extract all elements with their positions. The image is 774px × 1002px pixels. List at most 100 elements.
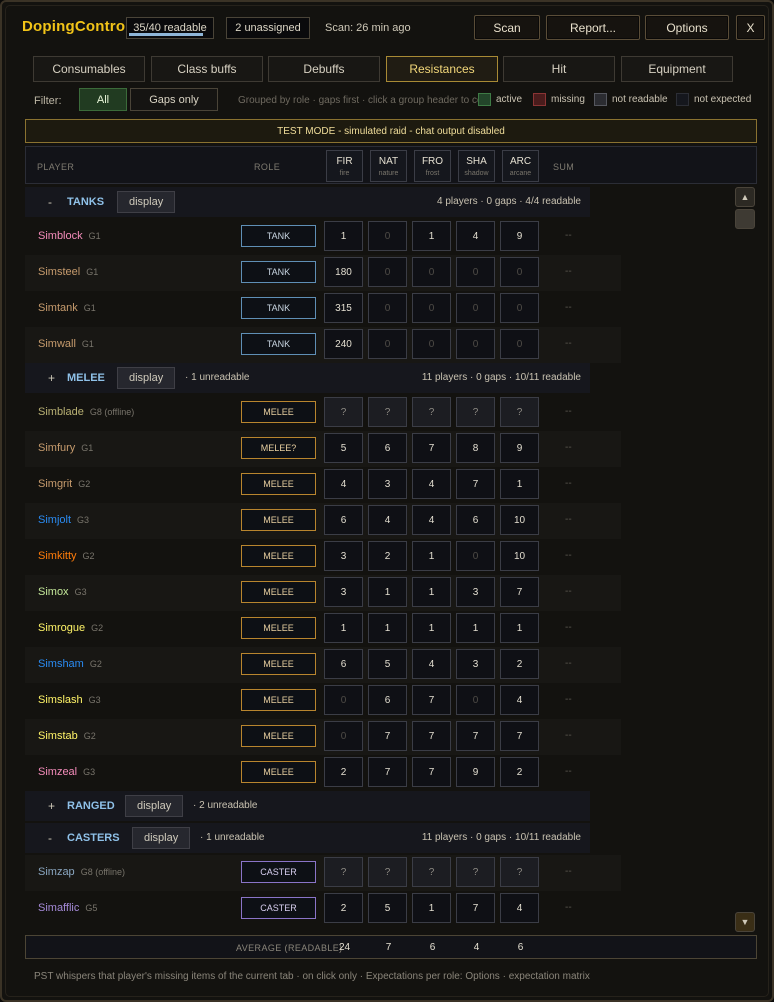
role-badge[interactable]: CASTER (241, 897, 316, 919)
res-cell-fire[interactable]: 2 (324, 893, 363, 923)
res-cell-shadow[interactable]: 0 (456, 329, 495, 359)
res-cell-arcane[interactable]: 9 (500, 221, 539, 251)
res-cell-shadow[interactable]: ? (456, 397, 495, 427)
res-cell-nature[interactable]: ? (368, 397, 407, 427)
res-cell-arcane[interactable]: 1 (500, 469, 539, 499)
res-cell-nature[interactable]: ? (368, 857, 407, 887)
res-cell-arcane[interactable]: 1 (500, 613, 539, 643)
res-cell-frost[interactable]: 0 (412, 329, 451, 359)
res-cell-frost[interactable]: 7 (412, 757, 451, 787)
player-name[interactable]: Simjolt G3 (38, 514, 89, 526)
res-cell-fire[interactable]: 240 (324, 329, 363, 359)
res-header-frost[interactable]: FRO frost (414, 150, 451, 182)
role-badge[interactable]: MELEE (241, 689, 316, 711)
res-cell-frost[interactable]: 4 (412, 505, 451, 535)
player-row[interactable]: Simtank G1 TANK 315 0 0 0 0 -- (25, 291, 621, 327)
player-name[interactable]: Simgrit G2 (38, 478, 90, 490)
res-cell-frost[interactable]: 7 (412, 721, 451, 751)
res-cell-arcane[interactable]: 2 (500, 757, 539, 787)
res-cell-frost[interactable]: 1 (412, 893, 451, 923)
player-name[interactable]: Simox G3 (38, 586, 87, 598)
player-name[interactable]: Simblock G1 (38, 230, 101, 242)
filter-all-button[interactable]: All (79, 88, 127, 111)
role-badge[interactable]: CASTER (241, 861, 316, 883)
res-cell-nature[interactable]: 0 (368, 221, 407, 251)
options-button[interactable]: Options (645, 15, 729, 40)
res-cell-frost[interactable]: 1 (412, 541, 451, 571)
res-cell-fire[interactable]: 1 (324, 613, 363, 643)
role-badge[interactable]: MELEE (241, 653, 316, 675)
res-cell-frost[interactable]: 7 (412, 685, 451, 715)
res-cell-nature[interactable]: 4 (368, 505, 407, 535)
player-row[interactable]: Simzeal G3 MELEE 2 7 7 9 2 -- (25, 755, 621, 791)
group-header-ranged[interactable]: + RANGED display · 2 unreadable (25, 791, 590, 821)
res-cell-arcane[interactable]: 4 (500, 893, 539, 923)
role-badge[interactable]: TANK (241, 297, 316, 319)
res-cell-nature[interactable]: 1 (368, 613, 407, 643)
res-cell-shadow[interactable]: 0 (456, 685, 495, 715)
filter-gaps-only-button[interactable]: Gaps only (130, 88, 218, 111)
tab-consumables[interactable]: Consumables (33, 56, 145, 82)
res-header-nature[interactable]: NAT nature (370, 150, 407, 182)
res-cell-nature[interactable]: 5 (368, 649, 407, 679)
player-name[interactable]: Simfury G1 (38, 442, 93, 454)
res-cell-arcane[interactable]: 0 (500, 329, 539, 359)
res-cell-shadow[interactable]: 1 (456, 613, 495, 643)
role-badge[interactable]: MELEE? (241, 437, 316, 459)
res-cell-arcane[interactable]: 10 (500, 505, 539, 535)
res-cell-shadow[interactable]: 0 (456, 293, 495, 323)
player-row[interactable]: Simblock G1 TANK 1 0 1 4 9 -- (25, 219, 621, 255)
res-cell-frost[interactable]: 4 (412, 469, 451, 499)
res-cell-fire[interactable]: 1 (324, 221, 363, 251)
res-cell-fire[interactable]: 4 (324, 469, 363, 499)
role-badge[interactable]: MELEE (241, 545, 316, 567)
group-toggle[interactable]: - (48, 195, 52, 209)
res-cell-arcane[interactable]: ? (500, 857, 539, 887)
res-cell-arcane[interactable]: 10 (500, 541, 539, 571)
group-toggle[interactable]: + (48, 371, 55, 385)
player-name[interactable]: Simblade G8 (offline) (38, 406, 134, 418)
scan-button[interactable]: Scan (474, 15, 540, 40)
res-cell-nature[interactable]: 5 (368, 893, 407, 923)
res-cell-shadow[interactable]: 3 (456, 649, 495, 679)
res-cell-frost[interactable]: ? (412, 397, 451, 427)
role-badge[interactable]: MELEE (241, 581, 316, 603)
res-cell-frost[interactable]: 0 (412, 293, 451, 323)
tab-class-buffs[interactable]: Class buffs (151, 56, 263, 82)
close-button[interactable]: X (736, 15, 765, 40)
role-badge[interactable]: MELEE (241, 617, 316, 639)
group-toggle[interactable]: + (48, 799, 55, 813)
res-cell-fire[interactable]: 315 (324, 293, 363, 323)
res-cell-nature[interactable]: 2 (368, 541, 407, 571)
res-cell-shadow[interactable]: 0 (456, 257, 495, 287)
res-cell-nature[interactable]: 0 (368, 329, 407, 359)
role-badge[interactable]: MELEE (241, 725, 316, 747)
res-cell-frost[interactable]: 0 (412, 257, 451, 287)
res-cell-fire[interactable]: 180 (324, 257, 363, 287)
res-cell-frost[interactable]: ? (412, 857, 451, 887)
res-cell-shadow[interactable]: 7 (456, 469, 495, 499)
group-display-button[interactable]: display (117, 367, 176, 389)
player-list[interactable]: - TANKS display 4 players · 0 gaps · 4/4 re… (25, 186, 737, 932)
player-row[interactable]: Simfury G1 MELEE? 5 6 7 8 9 -- (25, 431, 621, 467)
player-row[interactable]: Simox G3 MELEE 3 1 1 3 7 -- (25, 575, 621, 611)
group-toggle[interactable]: - (48, 831, 52, 845)
player-name[interactable]: Simsham G2 (38, 658, 102, 670)
role-badge[interactable]: MELEE (241, 473, 316, 495)
role-badge[interactable]: TANK (241, 261, 316, 283)
res-cell-frost[interactable]: 7 (412, 433, 451, 463)
res-cell-nature[interactable]: 6 (368, 433, 407, 463)
unassigned-counter[interactable]: 2 unassigned (226, 17, 310, 39)
tab-resistances[interactable]: Resistances (386, 56, 498, 82)
group-header-tanks[interactable]: - TANKS display 4 players · 0 gaps · 4/4 re… (25, 187, 590, 217)
player-row[interactable]: Simslash G3 MELEE 0 6 7 0 4 -- (25, 683, 621, 719)
scrollbar[interactable]: ▲ ▼ (735, 187, 755, 932)
player-name[interactable]: Simzap G8 (offline) (38, 866, 125, 878)
player-name[interactable]: Simsteel G1 (38, 266, 98, 278)
role-badge[interactable]: TANK (241, 333, 316, 355)
player-name[interactable]: Simrogue G2 (38, 622, 103, 634)
res-cell-arcane[interactable]: 0 (500, 293, 539, 323)
player-row[interactable]: Simgrit G2 MELEE 4 3 4 7 1 -- (25, 467, 621, 503)
res-cell-fire[interactable]: 5 (324, 433, 363, 463)
player-name[interactable]: Simafflic G5 (38, 902, 97, 914)
